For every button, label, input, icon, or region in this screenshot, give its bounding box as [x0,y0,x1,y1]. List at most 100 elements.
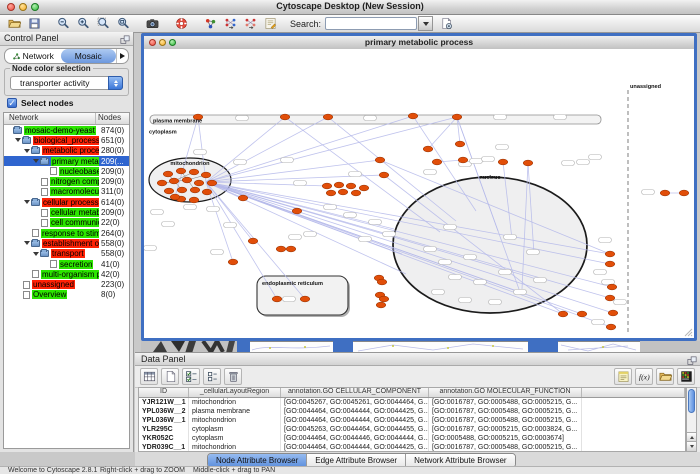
tree-row[interactable]: response to stimulu264(0) [4,228,129,238]
zoom-out-button[interactable] [54,16,73,32]
vizmapper-button[interactable] [201,16,220,32]
notes-button[interactable] [614,368,632,385]
node-label [432,290,445,295]
tree-row[interactable]: macromolecule311(0) [4,187,129,197]
region-label: plasma membrane [153,119,202,125]
background-window-border [333,341,353,352]
tree-row[interactable]: multi-organism pro42(0) [4,269,129,279]
tree-column-nodes[interactable]: Nodes [96,113,129,124]
tab-network-attribute-browser[interactable]: Network Attribute Browser [406,454,514,467]
tree-row[interactable]: mosaic-demo-yeast874(0) [4,125,129,135]
table-button[interactable] [140,368,158,385]
table-row[interactable]: YPL036W__1mitochondrion[GO:0044464, GO:0… [139,416,685,425]
network-window-titlebar[interactable]: primary metabolic process [144,36,694,50]
tab-overflow-button[interactable] [116,49,128,63]
resize-grip-icon[interactable] [684,328,693,337]
search-dropdown-button[interactable] [418,16,433,31]
node-label [439,260,452,265]
tree-row[interactable]: Overview8(0) [4,290,129,300]
background-window[interactable] [353,341,528,352]
snapshot-button[interactable] [143,16,162,32]
table-scrollbar[interactable] [686,387,697,452]
tree-row[interactable]: establishment of lo558(0) [4,238,129,248]
table-column-header[interactable]: _cellularLayoutRegion [189,388,281,397]
table-cell: YPL036W__2 [139,407,189,416]
attribute-table: ID_cellularLayoutRegionannotation.GO CEL… [138,387,686,452]
zoom-window-button[interactable] [169,39,176,46]
table-row[interactable]: YLR295Ccytoplasm[GO:0045263, GO:0044464,… [139,425,685,434]
tab-mosaic[interactable]: Mosaic [61,49,117,63]
node-label [349,172,362,177]
scrollbar-thumb[interactable] [688,389,695,413]
node-label [470,159,483,164]
tree-row[interactable]: cell communicat22(0) [4,218,129,228]
zoom-in-button[interactable] [74,16,93,32]
disclosure-triangle-icon[interactable] [33,252,39,256]
table-column-header[interactable]: annotation.GO CELLULAR_COMPONENT [281,388,429,397]
table-row[interactable]: YPL036W__2plasma membrane[GO:0044464, GO… [139,407,685,416]
tree-item-node-count: 209(0) [99,208,124,217]
tree-row[interactable]: nucleobase-209(0) [4,166,129,176]
delete-button[interactable] [224,368,242,385]
merge-a-button[interactable] [221,16,240,32]
tree-row-left: Overview [4,290,99,299]
tree-row[interactable]: secretion41(0) [4,259,129,269]
tree-row-left: nucleobase- [4,167,99,176]
network-node [276,246,286,252]
tree-row[interactable]: cellular process614(0) [4,197,129,207]
matrix-button[interactable] [677,368,695,385]
node-color-dropdown[interactable]: transporter activity [10,76,123,90]
network-node [182,177,192,183]
select-attributes-button[interactable] [182,368,200,385]
tab-edge-attribute-browser[interactable]: Edge Attribute Browser [307,454,406,467]
disclosure-triangle-icon[interactable] [24,241,30,245]
background-window[interactable] [558,341,640,352]
table-column-header[interactable]: annotation.GO MOLECULAR_FUNCTION [429,388,582,397]
merge-b-button[interactable] [241,16,260,32]
tree-row[interactable]: transport558(0) [4,249,129,259]
search-input[interactable] [325,17,417,30]
node-label [599,238,612,243]
tree-row[interactable]: nitrogen compo209(0) [4,176,129,186]
open-button[interactable] [5,16,24,32]
function-button[interactable]: f(x) [635,368,653,385]
scroll-down-button[interactable] [687,441,696,451]
table-row[interactable]: YJR121W__1mitochondrion[GO:0045267, GO:0… [139,398,685,407]
tree-row[interactable]: unassigned223(0) [4,279,129,289]
tree-column-network[interactable]: Network [4,113,96,124]
table-row[interactable]: YDR039C__1mitochondrion[GO:0044464, GO:0… [139,443,685,452]
tree-row[interactable]: cellular metabo209(0) [4,207,129,217]
tab-node-attribute-browser[interactable]: Node Attribute Browser [208,454,307,467]
float-panel-button[interactable] [686,354,697,365]
zoom-fit-button[interactable] [114,16,133,32]
save-button[interactable] [25,16,44,32]
network-window-controls [149,39,176,46]
tab-network[interactable]: Network [5,49,61,63]
disclosure-triangle-icon[interactable] [24,149,30,153]
notes-icon [617,370,630,383]
select-nodes-checkbox[interactable] [7,98,17,108]
table-column-header[interactable]: ID [139,388,189,397]
table-row[interactable]: YKR052Ccytoplasm[GO:0044464, GO:0044446,… [139,434,685,443]
background-window[interactable] [250,341,333,352]
new-doc-button[interactable] [161,368,179,385]
close-button[interactable] [149,39,156,46]
disclosure-triangle-icon[interactable] [33,159,39,163]
tree-row[interactable]: biological_process651(0) [4,135,129,145]
disclosure-triangle-icon[interactable] [15,138,21,142]
attribute-table-header: ID_cellularLayoutRegionannotation.GO CEL… [139,388,685,398]
disclosure-triangle-icon[interactable] [24,200,30,204]
search-config-button[interactable] [437,16,456,32]
tree-row[interactable]: metabolic process280(0) [4,146,129,156]
zoom-region-button[interactable] [94,16,113,32]
network-canvas[interactable]: plasma membranecytoplasmmitochondrionnuc… [144,49,694,338]
float-panel-button[interactable] [119,33,130,44]
unselect-attributes-button[interactable] [203,368,221,385]
annotation-button[interactable] [261,16,280,32]
file-icon [23,291,30,299]
folder-icon [31,147,40,154]
minimize-button[interactable] [159,39,166,46]
tree-row[interactable]: primary metabo209(... [4,156,129,166]
open-folder-button[interactable] [656,368,674,385]
help-button[interactable] [172,16,191,32]
